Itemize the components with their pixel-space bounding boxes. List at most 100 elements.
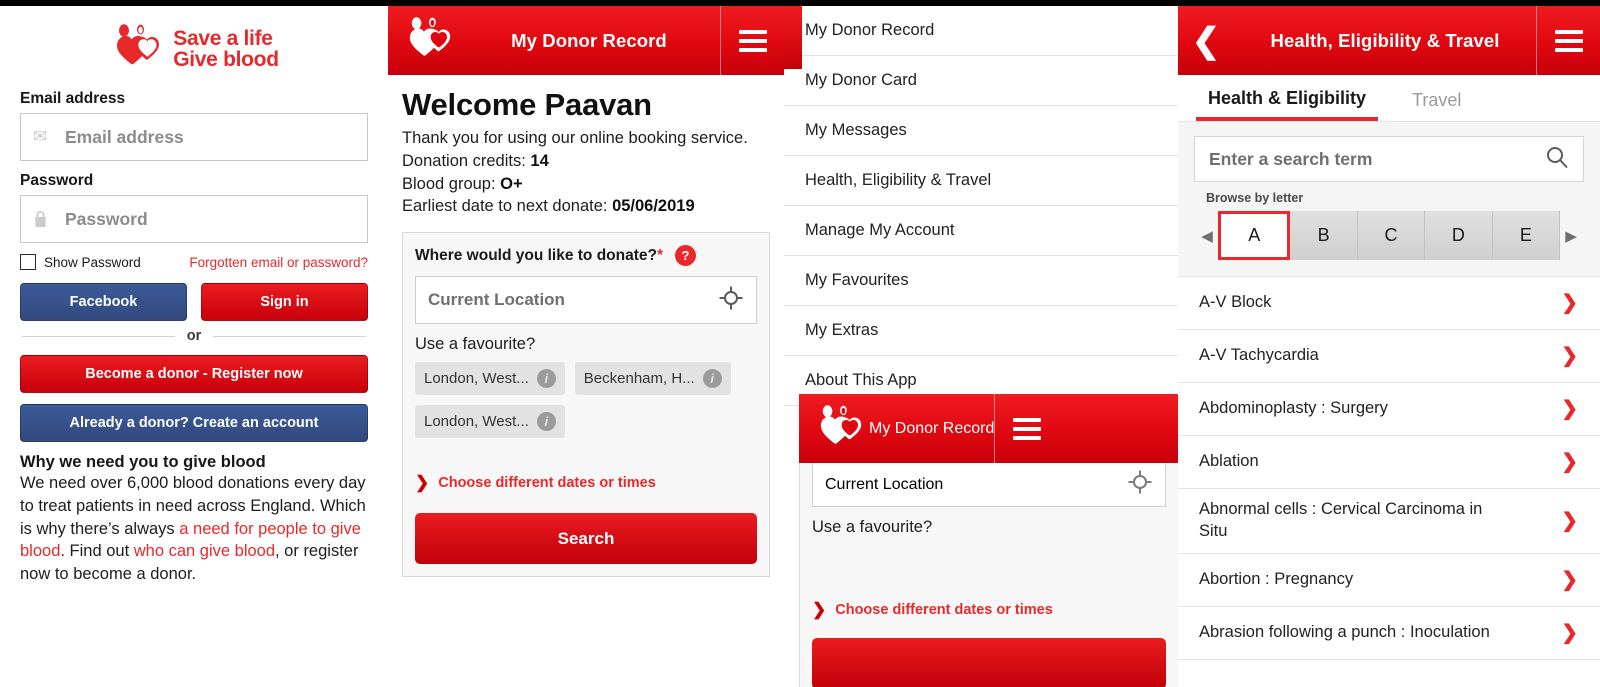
menu-icon[interactable] xyxy=(784,6,802,69)
info-text-2: . Find out xyxy=(60,542,134,561)
app-header: My Donor Record xyxy=(799,394,1178,463)
chevron-right-icon: ❯ xyxy=(1561,292,1578,314)
location-placeholder: Current Location xyxy=(428,290,565,310)
menu-item-my-donor-record[interactable]: My Donor Record xyxy=(784,6,1178,56)
list-item[interactable]: Abnormal cells : Cervical Carcinoma in S… xyxy=(1178,489,1600,554)
choose-dates-toggle[interactable]: ❯ Choose different dates or times xyxy=(415,474,757,491)
next-donate-value: 05/06/2019 xyxy=(612,197,695,216)
choose-dates-toggle[interactable]: ❯ Choose different dates or times xyxy=(812,601,1166,618)
letter-button-a[interactable]: A xyxy=(1218,211,1291,260)
favourites-chip-list: London, West... i Beckenham, H... i Lond… xyxy=(415,362,757,439)
location-placeholder: Current Location xyxy=(825,475,944,493)
info-icon[interactable]: i xyxy=(536,412,556,432)
tab-travel[interactable]: Travel xyxy=(1400,90,1473,121)
letter-button-e[interactable]: E xyxy=(1492,211,1561,260)
welcome-details: Thank you for using our online booking s… xyxy=(402,127,770,218)
page-title: My Donor Record xyxy=(511,29,667,51)
choose-dates-label: Choose different dates or times xyxy=(835,601,1053,618)
chevron-right-icon: ❯ xyxy=(1561,509,1578,532)
list-item-label: Abdominoplasty : Surgery xyxy=(1199,399,1388,418)
or-divider: or xyxy=(22,328,366,344)
list-item[interactable]: Abdominoplasty : Surgery ❯ xyxy=(1178,383,1600,436)
blood-hearts-icon xyxy=(402,16,458,65)
letter-button-d[interactable]: D xyxy=(1425,211,1493,260)
search-icon[interactable] xyxy=(1545,145,1569,174)
next-letters-arrow[interactable]: ▶ xyxy=(1560,227,1582,245)
info-heading: Why we need you to give blood xyxy=(20,453,266,471)
email-field[interactable]: ✉ Email address xyxy=(20,113,368,161)
list-item[interactable]: Abrasion following a punch : Inoculation… xyxy=(1178,607,1600,660)
divider-line-right xyxy=(213,335,366,337)
favourite-chip-label: London, West... xyxy=(424,370,529,388)
thanks-text: Thank you for using our online booking s… xyxy=(402,129,748,147)
menu-icon[interactable] xyxy=(1536,6,1600,75)
info-icon[interactable]: i xyxy=(702,369,722,389)
list-item[interactable]: A-V Block ❯ xyxy=(1178,277,1600,330)
menu-item-my-favourites[interactable]: My Favourites xyxy=(784,256,1178,306)
chevron-right-icon: ❯ xyxy=(1561,621,1578,644)
screen-menu: My Donor Record My Donor Card My Message… xyxy=(784,0,1178,687)
screen-login: Save a life Give blood Email address ✉ E… xyxy=(0,0,388,687)
help-icon[interactable]: ? xyxy=(675,245,697,267)
crosshair-icon[interactable] xyxy=(1127,469,1153,500)
list-item[interactable]: Ablation ❯ xyxy=(1178,436,1600,489)
chevron-down-icon: ❯ xyxy=(415,473,430,493)
chevron-right-icon: ❯ xyxy=(1561,398,1578,420)
credits-value: 14 xyxy=(530,151,549,170)
menu-item-health-eligibility-travel[interactable]: Health, Eligibility & Travel xyxy=(784,156,1178,206)
who-can-give-blood-link[interactable]: who can give blood xyxy=(134,542,275,560)
menu-item-manage-my-account[interactable]: Manage My Account xyxy=(784,206,1178,256)
crosshair-icon[interactable] xyxy=(718,285,744,316)
email-placeholder: Email address xyxy=(65,126,184,147)
list-item-label: Abnormal cells : Cervical Carcinoma in S… xyxy=(1199,500,1483,540)
list-item-label: Abortion : Pregnancy xyxy=(1199,569,1354,588)
search-button[interactable] xyxy=(812,638,1166,687)
chevron-left-icon[interactable]: ❮ xyxy=(1178,24,1234,58)
list-item-label: A-V Block xyxy=(1199,293,1272,312)
bloodgroup-label: Blood group: xyxy=(402,174,501,193)
prev-letters-arrow[interactable]: ◀ xyxy=(1196,227,1218,245)
favourite-chip[interactable]: London, West... i xyxy=(415,362,565,396)
location-input[interactable]: Current Location xyxy=(415,276,757,325)
browse-by-letter-label: Browse by letter xyxy=(1206,191,1304,205)
menu-item-my-messages[interactable]: My Messages xyxy=(784,106,1178,156)
menu-icon[interactable] xyxy=(994,394,1058,463)
sign-in-button[interactable]: Sign in xyxy=(201,283,368,321)
menu-item-my-donor-card[interactable]: My Donor Card xyxy=(784,56,1178,106)
tab-health-eligibility[interactable]: Health & Eligibility xyxy=(1196,88,1379,121)
or-label: or xyxy=(186,328,202,344)
favourite-chip-label: London, West... xyxy=(424,413,529,431)
list-item[interactable]: A-V Tachycardia ❯ xyxy=(1178,330,1600,383)
location-input[interactable]: Current Location xyxy=(812,463,1166,507)
donate-search-card: Where would you like to donate? * ? Curre… xyxy=(402,232,770,578)
overlay-card-body: Current Location Use a favourite? ❯ Choo… xyxy=(799,463,1178,687)
info-icon[interactable]: i xyxy=(536,369,556,389)
letter-button-b[interactable]: B xyxy=(1290,211,1358,260)
show-password-checkbox[interactable] xyxy=(20,254,36,270)
search-input[interactable]: Enter a search term xyxy=(1194,136,1584,182)
favourite-chip[interactable]: London, West... i xyxy=(415,405,565,439)
welcome-heading: Welcome Paavan xyxy=(402,87,652,122)
list-item[interactable]: Abortion : Pregnancy ❯ xyxy=(1178,554,1600,607)
navigation-menu: My Donor Record My Donor Card My Message… xyxy=(784,6,1178,406)
favourites-label: Use a favourite? xyxy=(812,518,933,536)
facebook-login-button[interactable]: Facebook xyxy=(20,283,187,321)
lock-icon xyxy=(33,210,57,228)
password-placeholder: Password xyxy=(65,208,148,229)
screen-health-eligibility: ❮ Health, Eligibility & Travel Health & … xyxy=(1178,0,1600,687)
show-password-label: Show Password xyxy=(44,254,141,270)
favourite-chip-label: Beckenham, H... xyxy=(583,370,695,388)
register-now-button[interactable]: Become a donor - Register now xyxy=(20,355,368,393)
letter-button-c[interactable]: C xyxy=(1357,211,1426,260)
menu-icon[interactable] xyxy=(720,6,784,75)
create-account-button[interactable]: Already a donor? Create an account xyxy=(20,404,368,442)
menu-item-my-extras[interactable]: My Extras xyxy=(784,306,1178,356)
email-label: Email address xyxy=(20,90,126,107)
favourite-chip[interactable]: Beckenham, H... i xyxy=(574,362,731,396)
show-password-toggle[interactable]: Show Password xyxy=(20,254,141,270)
password-field[interactable]: Password xyxy=(20,195,368,243)
letter-browser: ◀ A B C D E ▶ xyxy=(1196,211,1582,260)
search-button[interactable]: Search xyxy=(415,513,757,565)
forgotten-credentials-link[interactable]: Forgotten email or password? xyxy=(189,255,368,270)
page-title: Health, Eligibility & Travel xyxy=(1270,29,1500,51)
